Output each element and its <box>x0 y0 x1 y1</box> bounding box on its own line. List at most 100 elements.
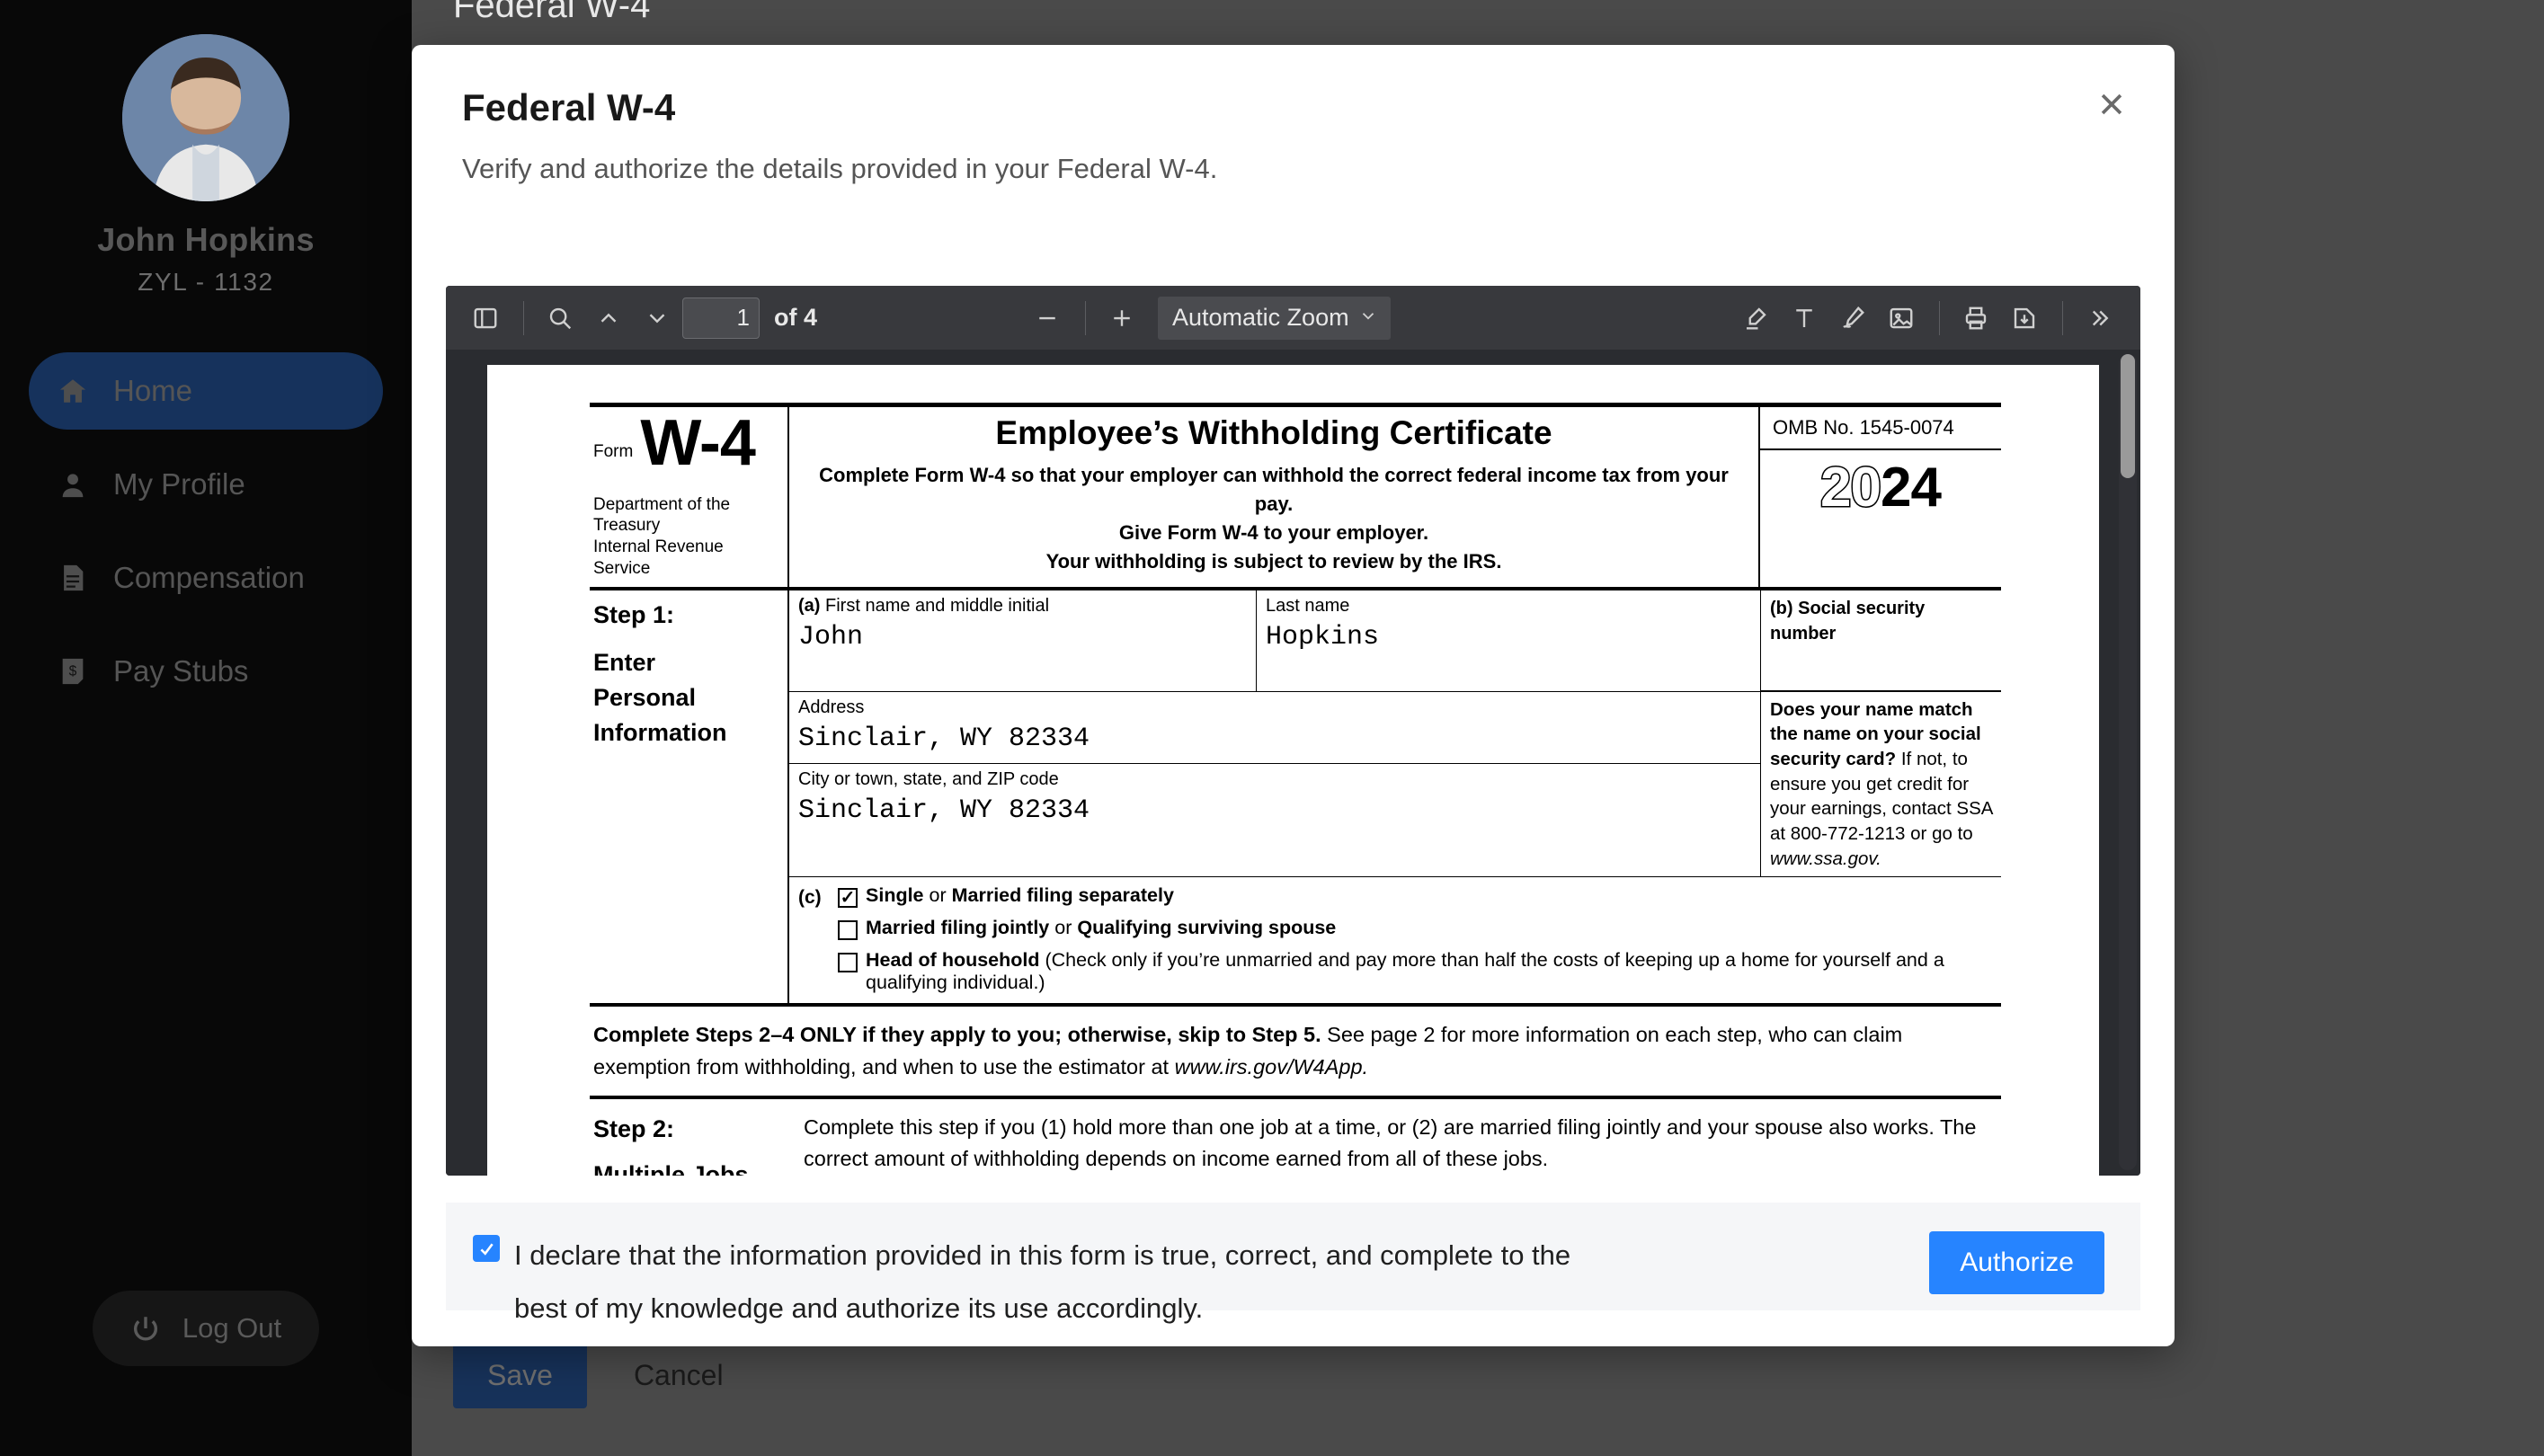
person-icon <box>56 467 90 502</box>
zoom-out-button[interactable] <box>1024 295 1071 342</box>
filing-status-mark: (c) <box>798 887 822 909</box>
city-value: Sinclair, WY 82334 <box>798 795 1090 826</box>
chevron-up-icon <box>600 313 617 323</box>
filing-status-option-married-jointly[interactable]: Married filing jointly or Qualifying sur… <box>838 917 2001 941</box>
sidebar-item-home[interactable]: Home <box>29 352 383 430</box>
w4-step-2: Step 2: Multiple Jobs or Spouse Works Co… <box>590 1099 2001 1176</box>
behind-page-title: Federal W-4 <box>453 0 651 25</box>
opt-bold-1: Head of household <box>866 949 1040 972</box>
sidebar-toggle-button[interactable] <box>462 295 509 342</box>
sidebar-item-label: My Profile <box>113 467 245 501</box>
sidebar-item-label: Compensation <box>113 561 305 594</box>
sidebar-item-pay-stubs[interactable]: $ Pay Stubs <box>29 633 383 710</box>
highlighter-icon <box>1747 306 1766 329</box>
home-icon <box>56 374 90 408</box>
print-button[interactable] <box>1952 295 1999 342</box>
zoom-in-button[interactable] <box>1099 295 1145 342</box>
sidebar-item-compensation[interactable]: Compensation <box>29 539 383 617</box>
department-line-2: Internal Revenue Service <box>593 537 724 578</box>
pdf-canvas-area[interactable]: Form W-4 Department of the Treasury Inte… <box>446 351 2140 1176</box>
address-field[interactable]: Address Sinclair, WY 82334 <box>789 692 1760 764</box>
plus-icon <box>1114 309 1130 326</box>
money-document-icon: $ <box>56 654 90 688</box>
step-1-fields: (a) First name and middle initial John L… <box>789 590 2001 1004</box>
save-button[interactable]: Save <box>453 1343 587 1408</box>
pdf-scrollbar-thumb[interactable] <box>2121 354 2135 478</box>
last-name-field[interactable]: Last name Hopkins <box>1257 590 1760 691</box>
department-line-1: Department of the Treasury <box>593 494 731 536</box>
checkbox-head-of-household[interactable] <box>838 953 858 973</box>
declaration-checkbox[interactable] <box>473 1235 500 1262</box>
city-field[interactable]: City or town, state, and ZIP code Sincla… <box>789 764 1760 835</box>
first-name-mark: (a) <box>798 595 821 616</box>
city-label: City or town, state, and ZIP code <box>798 768 1059 789</box>
draw-icon <box>1843 306 1864 328</box>
checkbox-single[interactable]: ✓ <box>838 888 858 909</box>
filing-status-option-head-of-household[interactable]: Head of household (Check only if you’re … <box>838 949 2001 994</box>
opt-bold-2: Qualifying surviving spouse <box>1077 917 1337 939</box>
sidebar-item-my-profile[interactable]: My Profile <box>29 446 383 523</box>
address-label: Address <box>798 697 865 717</box>
chevron-down-icon <box>1358 304 1378 332</box>
draw-button[interactable] <box>1829 295 1876 342</box>
w4-steps-note: Complete Steps 2–4 ONLY if they apply to… <box>590 1007 2001 1099</box>
step-1-line-3: Personal <box>593 683 697 711</box>
w4-subtitle-2: Give Form W-4 to your employer. <box>1118 520 1429 544</box>
print-icon <box>1965 306 1987 329</box>
form-number: W-4 <box>640 407 756 479</box>
declaration-statement: I declare that the information provided … <box>473 1230 1570 1336</box>
step-1-line-1: Step 1: <box>593 600 675 628</box>
page-total-label: of 4 <box>774 304 818 331</box>
sidebar-item-label: Home <box>113 374 193 407</box>
authorize-button[interactable]: Authorize <box>1929 1231 2104 1294</box>
first-name-field[interactable]: (a) First name and middle initial John <box>789 590 1257 691</box>
last-name-value: Hopkins <box>1266 621 1380 653</box>
w4-subtitle-1: Complete Form W-4 so that your employer … <box>819 464 1729 515</box>
power-icon <box>133 1317 157 1341</box>
text-icon <box>1796 308 1812 327</box>
filing-status-option-single[interactable]: ✓ Single or Married filing separately <box>838 884 2001 909</box>
cancel-button[interactable]: Cancel <box>600 1343 758 1408</box>
ssn-mark: (b) <box>1770 598 1793 618</box>
zoom-level-value: Automatic Zoom <box>1172 304 1349 331</box>
user-name: John Hopkins <box>97 221 315 258</box>
close-button[interactable] <box>2086 79 2137 129</box>
sidebar-toggle-icon <box>474 307 497 328</box>
page-number-input[interactable] <box>682 297 760 339</box>
save-download-button[interactable] <box>2001 295 2048 342</box>
step-2-line-1: Step 2: <box>593 1114 675 1142</box>
step-2-intro: Complete this step if you (1) hold more … <box>804 1114 1977 1171</box>
federal-w4-modal: Federal W-4 Verify and authorize the det… <box>412 45 2175 1346</box>
opt-bold-2: Married filing separately <box>951 884 1174 907</box>
opt-bold-1: Married filing jointly <box>866 917 1050 939</box>
modal-title: Federal W-4 <box>462 86 676 129</box>
w4-step-1: Step 1: Enter Personal Information (a) F… <box>590 590 2001 1008</box>
zoom-controls: Automatic Zoom <box>1024 295 1391 342</box>
user-id: ZYL - 1132 <box>138 268 274 296</box>
steps-note-bold: Complete Steps 2–4 ONLY if they apply to… <box>593 1023 1321 1047</box>
step-1-line-4: Information <box>593 718 727 746</box>
highlighter-button[interactable] <box>1732 295 1779 342</box>
step-1-label: Step 1: Enter Personal Information <box>590 590 789 1004</box>
ssn-field[interactable]: (b) Social security number <box>1760 590 2001 691</box>
checkbox-married-jointly[interactable] <box>838 920 858 941</box>
toolbar-divider <box>2062 300 2063 335</box>
check-icon <box>479 1242 494 1256</box>
zoom-level-select[interactable]: Automatic Zoom <box>1158 296 1391 340</box>
logout-button[interactable]: Log Out <box>92 1291 320 1366</box>
more-tools-button[interactable] <box>2076 295 2122 342</box>
add-image-button[interactable] <box>1878 295 1925 342</box>
w4-omb-block: OMB No. 1545-0074 2024 <box>1760 407 2001 587</box>
toolbar-divider <box>1085 300 1087 335</box>
w4-header: Form W-4 Department of the Treasury Inte… <box>590 403 2001 590</box>
modal-header: Federal W-4 Verify and authorize the det… <box>412 45 2175 185</box>
ssn-label: Social security number <box>1770 598 1926 644</box>
step-2-line-2: Multiple Jobs <box>593 1160 749 1176</box>
search-button[interactable] <box>537 295 583 342</box>
filing-status-group: (c) ✓ Single or Married filing separatel… <box>789 876 2001 1003</box>
w4-subtitle-3: Your withholding is subject to review by… <box>1045 549 1502 573</box>
add-text-button[interactable] <box>1781 295 1828 342</box>
previous-page-button[interactable] <box>585 295 632 342</box>
next-page-button[interactable] <box>634 295 680 342</box>
pdf-scrollbar[interactable] <box>2119 354 2137 1170</box>
